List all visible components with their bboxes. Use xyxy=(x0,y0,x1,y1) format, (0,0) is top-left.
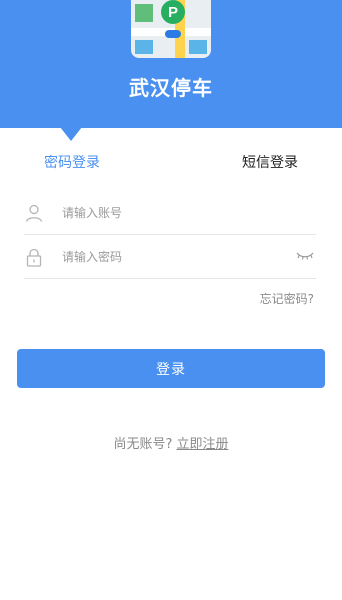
active-tab-indicator xyxy=(60,127,82,141)
car-icon xyxy=(165,30,181,38)
app-logo: P xyxy=(131,0,211,58)
parking-pin-icon: P xyxy=(161,0,185,24)
tab-password-login[interactable]: 密码登录 xyxy=(44,152,100,172)
forgot-password-link[interactable]: 忘记密码? xyxy=(260,290,314,307)
register-link[interactable]: 立即注册 xyxy=(177,437,229,452)
register-prompt-line: 尚无账号? 立即注册 xyxy=(0,433,342,452)
lock-icon xyxy=(26,248,42,267)
account-input[interactable] xyxy=(62,191,282,235)
login-button[interactable]: 登录 xyxy=(17,349,325,388)
account-field xyxy=(24,191,316,235)
eye-closed-icon[interactable] xyxy=(296,249,314,263)
logo-map-block xyxy=(135,40,153,54)
tab-sms-login[interactable]: 短信登录 xyxy=(242,152,298,172)
register-prompt: 尚无账号? xyxy=(113,437,173,452)
header-banner: P 武汉停车 xyxy=(0,0,342,128)
app-title: 武汉停车 xyxy=(129,76,213,100)
logo-map-block xyxy=(135,4,153,22)
password-input[interactable] xyxy=(62,235,282,279)
logo-map-block xyxy=(189,40,207,54)
password-field xyxy=(24,235,316,279)
parking-pin-letter: P xyxy=(167,3,178,21)
user-icon xyxy=(25,204,43,222)
